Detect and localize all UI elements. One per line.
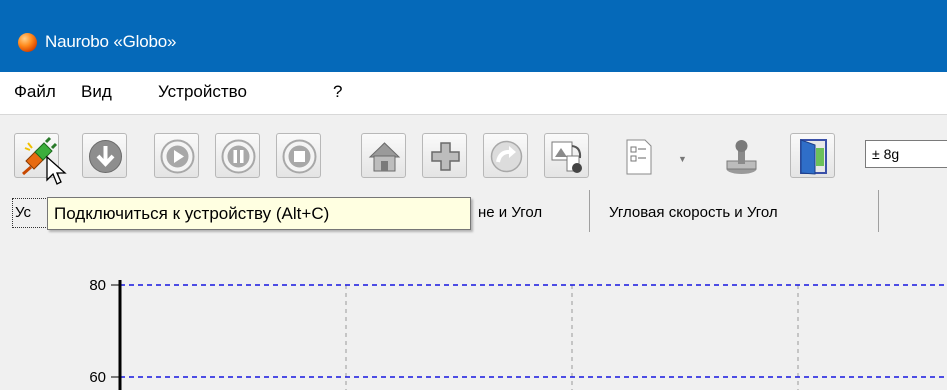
range-select-value: ± 8g [872,146,900,162]
arrow-down-circle-icon [89,140,122,173]
redo-button[interactable] [483,133,528,178]
menu-file[interactable]: Файл [14,82,56,102]
export-dropdown-arrow-icon[interactable]: ▼ [678,154,687,164]
y-tick-label: 80 [89,277,106,294]
home-icon [368,142,401,172]
app-orange-ball-icon [18,33,37,52]
window-titlebar: Naurobo «Globo» [0,0,947,72]
range-select[interactable]: ± 8g [865,140,947,168]
pause-circle-icon [221,139,256,174]
plus-icon [431,142,460,171]
tooltip: Подключиться к устройству (Alt+C) [47,197,471,230]
menu-view[interactable]: Вид [81,82,112,102]
home-button[interactable] [361,133,406,178]
exit-button[interactable] [790,133,835,178]
export-button[interactable] [616,133,661,178]
add-button[interactable] [422,133,467,178]
stop-button[interactable] [276,133,321,178]
window-title: Naurobo «Globo» [45,32,177,51]
disconnect-button[interactable] [82,133,127,178]
mouse-cursor-icon [46,156,67,185]
play-circle-icon [160,139,195,174]
menu-device[interactable]: Устройство [158,82,247,102]
import-image-icon [551,141,582,173]
tab-separator [589,190,590,232]
pause-button[interactable] [215,133,260,178]
tab-second-label-fragment[interactable]: не и Угол [478,204,542,221]
redo-arrow-icon [490,140,523,173]
stop-circle-icon [282,139,317,174]
menu-help[interactable]: ? [333,82,342,102]
chart-plot: 80 60 [89,277,947,390]
checklist-document-icon [626,139,652,175]
joystick-button[interactable] [718,133,763,178]
joystick-icon [726,140,757,174]
tab-angular-velocity[interactable]: Угловая скорость и Угол [609,204,778,221]
play-button[interactable] [154,133,199,178]
menu-bar: Файл Вид Устройство ? [0,72,947,115]
import-button[interactable] [544,133,589,178]
tab-acceleration[interactable]: Ус [15,204,31,221]
tab-separator [878,190,879,232]
y-tick-label: 60 [89,369,106,386]
exit-door-icon [800,139,827,175]
